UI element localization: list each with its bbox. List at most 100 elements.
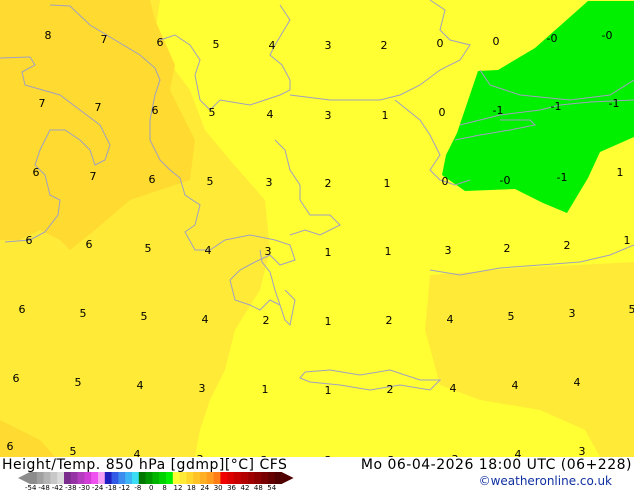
legend-tick-label: -42 bbox=[51, 484, 64, 490]
temperature-label: 3 bbox=[569, 307, 576, 320]
temperature-label: 1 bbox=[617, 166, 624, 179]
temperature-label: 3 bbox=[445, 244, 452, 257]
legend-swatch bbox=[57, 472, 65, 484]
legend-swatch bbox=[132, 472, 140, 484]
legend-tick-label: 48 bbox=[253, 484, 263, 490]
legend-swatch bbox=[186, 472, 194, 484]
temperature-label: 3 bbox=[325, 39, 332, 52]
temperature-label: 3 bbox=[199, 382, 206, 395]
legend-swatch bbox=[118, 472, 126, 484]
temperature-label: 0 bbox=[439, 106, 446, 119]
legend-swatch bbox=[220, 472, 228, 484]
temperature-label: 5 bbox=[75, 376, 82, 389]
legend-ticks: -54 -48 -42 -38 -30 -24 -18 -12 -8 0 8 12 18 24 30 36 42… bbox=[24, 484, 278, 490]
temperature-label: 2 bbox=[386, 314, 393, 327]
temperature-label: 4 bbox=[137, 379, 144, 392]
temperature-label: 7 bbox=[95, 101, 102, 114]
temperature-label: 2 bbox=[263, 314, 270, 327]
temperature-label: 6 bbox=[149, 173, 156, 186]
map-footer: Height/Temp. 850 hPa [gdmp][°C] CFS Mo 0… bbox=[0, 457, 634, 490]
legend-swatch bbox=[36, 472, 44, 484]
legend-tick-label: -24 bbox=[91, 484, 104, 490]
temperature-label: 4 bbox=[202, 313, 209, 326]
legend-tick-label: -54 bbox=[24, 484, 37, 490]
legend-swatch bbox=[43, 472, 51, 484]
legend-swatch bbox=[166, 472, 174, 484]
legend-tick-label: -12 bbox=[118, 484, 131, 490]
temperature-label: 5 bbox=[209, 106, 216, 119]
temperature-label: 6 bbox=[19, 303, 26, 316]
temperature-label: 4 bbox=[447, 313, 454, 326]
temperature-label: 3 bbox=[579, 445, 586, 457]
temperature-label: 1 bbox=[325, 315, 332, 328]
temperature-label: -1 bbox=[493, 104, 504, 117]
legend-tick-label: 54 bbox=[267, 484, 277, 490]
legend-swatch bbox=[152, 472, 160, 484]
legend-swatch bbox=[227, 472, 235, 484]
temperature-label: 4 bbox=[450, 382, 457, 395]
legend-arrow-right bbox=[281, 472, 294, 484]
legend-tick-label: 42 bbox=[240, 484, 250, 490]
legend-tick-label: -8 bbox=[134, 484, 142, 490]
legend-swatch bbox=[91, 472, 99, 484]
temperature-label: 2 bbox=[325, 177, 332, 190]
temperature-label: 2 bbox=[381, 39, 388, 52]
temperature-label: 8 bbox=[45, 29, 52, 42]
legend-tick-label: 30 bbox=[213, 484, 223, 490]
temperature-label: 2 bbox=[387, 383, 394, 396]
credit-link[interactable]: ©weatheronline.co.uk bbox=[479, 474, 612, 488]
temperature-label: 4 bbox=[205, 244, 212, 257]
legend-tick-label: 36 bbox=[227, 484, 237, 490]
legend-tick-label: -48 bbox=[38, 484, 50, 490]
legend-tick-label: -18 bbox=[105, 484, 117, 490]
temperature-label: 0 bbox=[493, 35, 500, 48]
legend-swatch bbox=[254, 472, 262, 484]
temperature-label: 0 bbox=[442, 175, 449, 188]
legend-swatch bbox=[200, 472, 208, 484]
temperature-label: 5 bbox=[70, 445, 77, 457]
map-title: Height/Temp. 850 hPa [gdmp][°C] CFS bbox=[2, 457, 288, 473]
color-scale-legend bbox=[18, 472, 294, 484]
legend-swatch bbox=[193, 472, 201, 484]
temperature-label: 4 bbox=[574, 376, 581, 389]
temperature-label: 4 bbox=[515, 448, 522, 457]
temperature-label: 6 bbox=[86, 238, 93, 251]
temperature-label: 5 bbox=[145, 242, 152, 255]
legend-swatch bbox=[179, 472, 187, 484]
temperature-label: -1 bbox=[557, 171, 568, 184]
legend-swatch bbox=[159, 472, 167, 484]
legend-swatch bbox=[84, 472, 92, 484]
temperature-label: 5 bbox=[80, 307, 87, 320]
legend-swatch bbox=[213, 472, 221, 484]
temperature-label: 7 bbox=[90, 170, 97, 183]
temperature-label: -0 bbox=[500, 174, 511, 187]
temperature-label: 2 bbox=[564, 239, 571, 252]
temperature-label: -0 bbox=[547, 32, 558, 45]
legend-swatch bbox=[234, 472, 242, 484]
legend-swatch bbox=[138, 472, 146, 484]
temperature-label: 5 bbox=[213, 38, 220, 51]
legend-swatch bbox=[172, 472, 180, 484]
temperature-label: -1 bbox=[551, 100, 562, 113]
legend-arrow-left bbox=[18, 472, 30, 484]
temperature-label: 1 bbox=[624, 234, 631, 247]
temperature-label: 3 bbox=[325, 109, 332, 122]
legend-swatch bbox=[30, 472, 38, 484]
temperature-label: 1 bbox=[325, 384, 332, 397]
legend-swatch bbox=[240, 472, 248, 484]
legend-swatch bbox=[77, 472, 85, 484]
temperature-map: 8 7 6 5 4 3 2 0 0 -0 -0 7 7 6 5 4 3 1 0 -1 -1 -1 6 7 6 5 3 2 1 0 -0 -1 1… bbox=[0, 0, 634, 457]
temperature-label: 5 bbox=[141, 310, 148, 323]
legend-swatch bbox=[145, 472, 153, 484]
legend-swatch bbox=[104, 472, 112, 484]
legend-swatch bbox=[247, 472, 255, 484]
temperature-label: 5 bbox=[207, 175, 214, 188]
temperature-label: 5 bbox=[629, 303, 634, 316]
legend-swatch bbox=[98, 472, 106, 484]
legend-tick-label: 8 bbox=[162, 484, 167, 490]
temperature-label: 3 bbox=[265, 245, 272, 258]
legend-swatch bbox=[70, 472, 78, 484]
legend-swatch bbox=[125, 472, 133, 484]
temperature-label: 7 bbox=[101, 33, 108, 46]
valid-time: Mo 06-04-2026 18:00 UTC (06+228) bbox=[360, 457, 632, 473]
